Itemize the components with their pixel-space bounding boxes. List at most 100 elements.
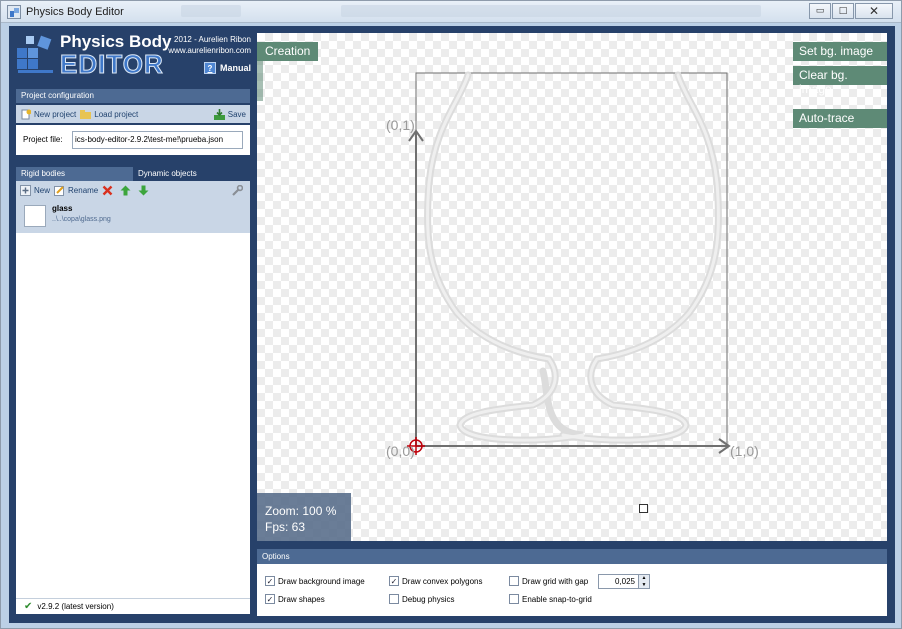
fps-readout: Fps: 63 (265, 520, 306, 534)
creation-mode-button[interactable]: Creation (257, 42, 319, 61)
checkbox-checked-icon: ✓ (265, 576, 275, 586)
credit-author: 2012 - Aurelien Ribon (174, 35, 251, 44)
list-item[interactable]: glass ..\..\copa\glass.png (16, 199, 250, 233)
spinner-buttons[interactable]: ▲ ▼ (638, 575, 649, 588)
credit-website: www.aurelienribon.com (168, 46, 251, 55)
new-body-button[interactable]: New (20, 184, 51, 196)
project-toolbar: New project Load project Save (16, 105, 250, 123)
wrench-icon (232, 184, 243, 196)
rename-body-label: Rename (68, 185, 99, 195)
left-panel: Physics Body EDITOR 2012 - Aurelien Ribo… (9, 26, 253, 623)
snap-to-grid-label: Enable snap-to-grid (522, 594, 592, 604)
close-button[interactable]: ✕ (855, 3, 893, 19)
checkbox-unchecked-icon (509, 594, 519, 604)
options-header: Options (257, 549, 887, 564)
axes (408, 129, 731, 454)
body-name: glass (52, 204, 73, 213)
origin-label: (0,0) (386, 443, 415, 459)
arrow-down-icon (138, 185, 149, 196)
arrow-up-icon (120, 185, 131, 196)
save-icon (213, 108, 225, 120)
draw-convex-checkbox[interactable]: ✓ Draw convex polygons (389, 576, 482, 586)
body-tabs: Rigid bodies Dynamic objects (16, 167, 250, 181)
draw-bg-image-label: Draw background image (278, 576, 365, 586)
mode-strip (257, 61, 263, 101)
logo: Physics Body EDITOR 2012 - Aurelien Ribo… (9, 26, 253, 84)
settings-button[interactable] (232, 184, 246, 196)
glass-outline (423, 71, 723, 444)
debug-physics-checkbox[interactable]: Debug physics (389, 594, 454, 604)
checkbox-unchecked-icon (389, 594, 399, 604)
checkbox-checked-icon: ✓ (265, 594, 275, 604)
add-icon (20, 184, 31, 196)
options-panel: ✓ Draw background image ✓ Draw shapes ✓ … (257, 564, 887, 616)
delete-icon (102, 185, 113, 196)
move-up-button[interactable] (120, 185, 134, 196)
load-project-label: Load project (94, 109, 139, 119)
auto-trace-button[interactable]: Auto-trace (793, 109, 887, 128)
window-controls: ▭ □ ✕ (808, 3, 893, 19)
move-down-button[interactable] (138, 185, 152, 196)
blurred-taskbar-shadow (181, 5, 241, 17)
manual-label: Manual (219, 63, 251, 73)
new-document-icon (20, 109, 31, 120)
project-file-label: Project file: (23, 135, 63, 144)
draw-grid-label: Draw grid with gap (522, 576, 589, 586)
project-file-row: Project file: ics-body-editor-2.9.2\test… (16, 125, 250, 155)
canvas-info-overlay: Zoom: 100 % Fps: 63 (257, 493, 351, 541)
project-file-field[interactable]: ics-body-editor-2.9.2\test-me!\prueba.js… (72, 131, 243, 149)
title-bar: Physics Body Editor ▭ □ ✕ (1, 1, 901, 23)
draw-bg-image-checkbox[interactable]: ✓ Draw background image (265, 576, 365, 586)
body-path: ..\..\copa\glass.png (52, 216, 111, 223)
save-button[interactable]: Save (213, 108, 246, 120)
blurred-taskbar-shadow (341, 5, 761, 17)
logo-credit: 2012 - Aurelien Ribon www.aurelienribon.… (168, 34, 251, 56)
rename-body-button[interactable]: Rename (54, 185, 98, 196)
bodies-list-empty-area (16, 233, 250, 598)
new-body-label: New (34, 185, 51, 195)
app-icon (7, 5, 21, 19)
draw-convex-label: Draw convex polygons (402, 576, 483, 586)
body-thumbnail (24, 205, 46, 227)
folder-icon (80, 109, 92, 120)
zoom-readout: Zoom: 100 % (265, 504, 337, 518)
grid-gap-value: 0,025 (614, 577, 635, 586)
tab-dynamic-objects[interactable]: Dynamic objects (133, 167, 250, 181)
version-label: v2.9.2 (latest version) (37, 602, 114, 611)
draw-shapes-label: Draw shapes (278, 594, 325, 604)
help-icon: ? (203, 62, 216, 74)
logo-subtitle: EDITOR (60, 49, 164, 80)
check-icon: ✔ (24, 601, 33, 612)
new-project-button[interactable]: New project (20, 109, 76, 120)
image-bounds (415, 72, 728, 447)
minimize-button[interactable]: ▭ (809, 3, 831, 19)
checkbox-unchecked-icon (509, 576, 519, 586)
set-bg-image-button[interactable]: Set bg. image (793, 42, 887, 61)
tab-rigid-bodies[interactable]: Rigid bodies (16, 167, 133, 181)
draw-grid-checkbox[interactable]: Draw grid with gap (509, 576, 588, 586)
grid-gap-spinner[interactable]: 0,025 ▲ ▼ (598, 574, 650, 589)
editor-canvas[interactable]: (0,1) (0,0) (1,0) Creation Set bg. image… (257, 33, 887, 541)
y-axis-label: (0,1) (386, 117, 415, 133)
x-axis-label: (1,0) (730, 443, 759, 459)
snap-to-grid-checkbox[interactable]: Enable snap-to-grid (509, 594, 592, 604)
app-window: Physics Body Editor ▭ □ ✕ Physics Body E… (0, 0, 902, 629)
main-frame: Physics Body EDITOR 2012 - Aurelien Ribo… (9, 26, 895, 623)
save-label: Save (227, 109, 246, 119)
version-status: ✔ v2.9.2 (latest version) (16, 598, 250, 614)
manual-link[interactable]: ? Manual (203, 62, 251, 74)
clear-bg-image-button[interactable]: Clear bg. image (793, 66, 887, 96)
window-title: Physics Body Editor (26, 6, 124, 18)
checkbox-checked-icon: ✓ (389, 576, 399, 586)
new-project-label: New project (34, 109, 77, 119)
bodies-toolbar: New Rename (16, 181, 250, 199)
debug-physics-label: Debug physics (402, 594, 455, 604)
mouse-cursor-box (639, 504, 648, 513)
maximize-button[interactable]: □ (832, 3, 854, 19)
delete-body-button[interactable] (102, 185, 116, 196)
spinner-down-icon[interactable]: ▼ (639, 581, 649, 588)
project-config-header: Project configuration (16, 89, 250, 103)
draw-shapes-checkbox[interactable]: ✓ Draw shapes (265, 594, 325, 604)
load-project-button[interactable]: Load project (80, 109, 138, 120)
rename-icon (54, 185, 65, 196)
